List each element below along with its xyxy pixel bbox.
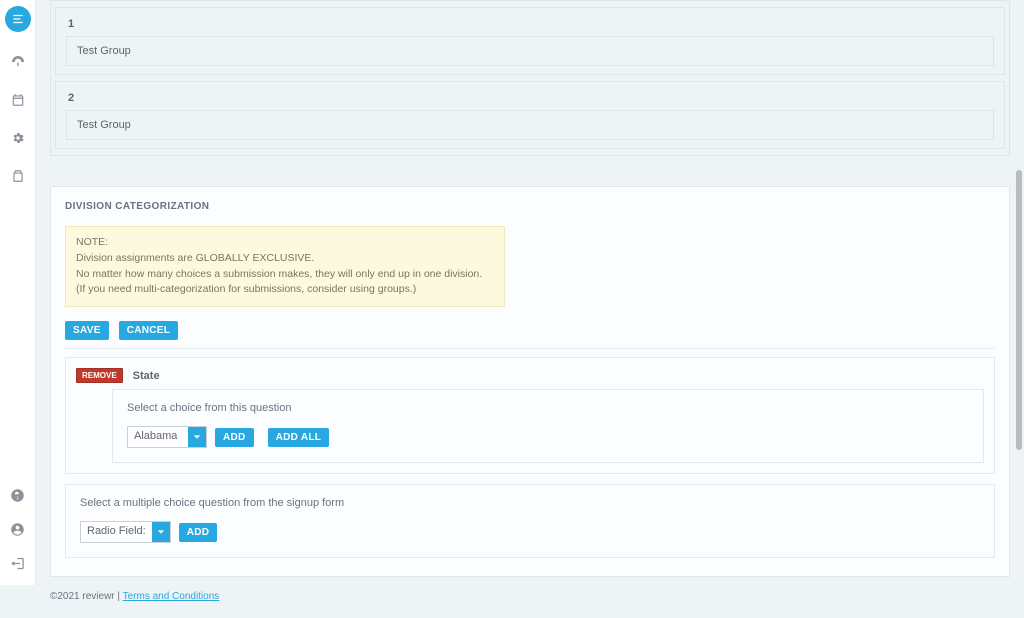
logout-icon[interactable] bbox=[6, 551, 30, 575]
clipboard-icon[interactable] bbox=[6, 164, 30, 188]
choice-select[interactable]: Alabama bbox=[127, 426, 207, 448]
question-label: Select a multiple choice question from t… bbox=[80, 497, 980, 509]
divider bbox=[65, 348, 995, 349]
question-select-value: Radio Field: bbox=[81, 522, 152, 542]
chevron-down-icon bbox=[188, 427, 206, 447]
cancel-button[interactable]: CANCEL bbox=[119, 321, 178, 340]
dashboard-icon[interactable] bbox=[6, 50, 30, 74]
add-all-button[interactable]: ADD ALL bbox=[268, 428, 330, 447]
note-line: No matter how many choices a submission … bbox=[76, 267, 494, 283]
scrollbar-thumb[interactable] bbox=[1016, 170, 1022, 450]
note-line: Division assignments are GLOBALLY EXCLUS… bbox=[76, 251, 494, 267]
question-block: Select a multiple choice question from t… bbox=[65, 484, 995, 558]
section-title: DIVISION CATEGORIZATION bbox=[65, 201, 995, 212]
groups-card: 1 2 bbox=[50, 0, 1010, 156]
note-box: NOTE: Division assignments are GLOBALLY … bbox=[65, 226, 505, 307]
group-name-input[interactable] bbox=[66, 36, 994, 66]
division-categorization-card: DIVISION CATEGORIZATION NOTE: Division a… bbox=[50, 186, 1010, 577]
sidebar-nav bbox=[0, 0, 36, 585]
footer: ©2021 reviewr | Terms and Conditions bbox=[50, 587, 1010, 610]
action-buttons: SAVE CANCEL bbox=[65, 321, 995, 340]
note-label: NOTE: bbox=[76, 235, 494, 251]
save-button[interactable]: SAVE bbox=[65, 321, 109, 340]
note-line: (If you need multi-categorization for su… bbox=[76, 282, 494, 298]
question-select[interactable]: Radio Field: bbox=[80, 521, 171, 543]
group-index: 2 bbox=[66, 88, 994, 110]
choice-label: Select a choice from this question bbox=[127, 402, 969, 414]
chevron-down-icon bbox=[152, 522, 170, 542]
remove-button[interactable]: REMOVE bbox=[76, 368, 123, 383]
terms-link[interactable]: Terms and Conditions bbox=[123, 591, 220, 602]
user-icon[interactable] bbox=[6, 517, 30, 541]
group-row: 2 bbox=[55, 81, 1005, 149]
add-question-button[interactable]: ADD bbox=[179, 523, 218, 542]
division-rule-card: REMOVE State Select a choice from this q… bbox=[65, 357, 995, 474]
add-choice-button[interactable]: ADD bbox=[215, 428, 254, 447]
choice-select-value: Alabama bbox=[128, 427, 188, 447]
calendar-icon[interactable] bbox=[6, 88, 30, 112]
settings-icon[interactable] bbox=[6, 126, 30, 150]
choice-block: Select a choice from this question Alaba… bbox=[112, 389, 984, 463]
group-name-input[interactable] bbox=[66, 110, 994, 140]
help-icon[interactable] bbox=[6, 483, 30, 507]
group-row: 1 bbox=[55, 7, 1005, 75]
group-index: 1 bbox=[66, 14, 994, 36]
scrollbar-track[interactable] bbox=[1016, 0, 1022, 585]
main-content: 1 2 DIVISION CATEGORIZATION NOTE: Divisi… bbox=[36, 0, 1024, 618]
app-logo-icon[interactable] bbox=[5, 6, 31, 32]
copyright-text: ©2021 reviewr | bbox=[50, 591, 123, 602]
rule-title: State bbox=[133, 370, 160, 382]
